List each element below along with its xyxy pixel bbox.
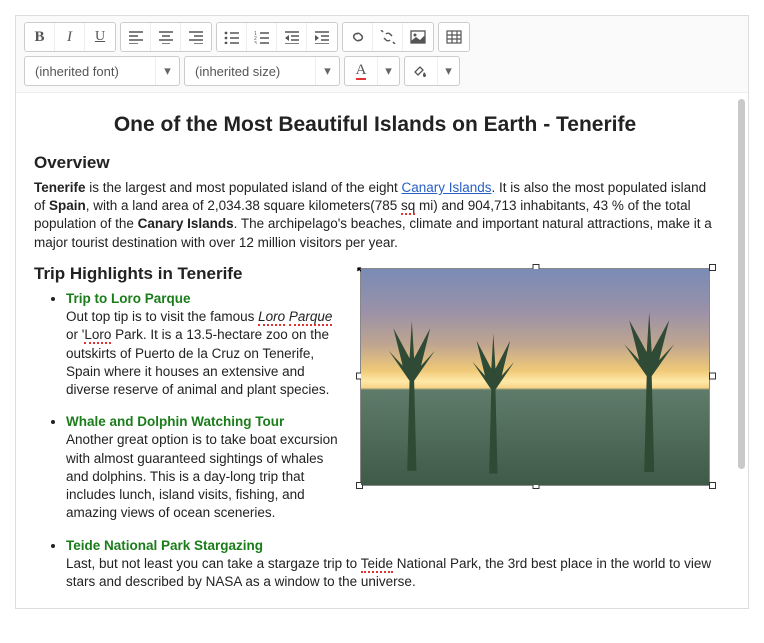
font-color-icon[interactable]: A <box>345 57 377 85</box>
align-center-button[interactable] <box>151 23 181 51</box>
bold-text: Tenerife <box>34 180 86 195</box>
font-color-button[interactable]: A ▾ <box>344 56 400 86</box>
list-group: 123 <box>216 22 338 52</box>
list-item: Teide National Park Stargazing Last, but… <box>66 537 716 592</box>
fill-color-icon[interactable] <box>405 57 437 85</box>
fill-color-button[interactable]: ▾ <box>404 56 460 86</box>
align-left-button[interactable] <box>121 23 151 51</box>
unordered-list-button[interactable] <box>217 23 247 51</box>
indent-button[interactable] <box>307 23 337 51</box>
spellcheck-underline: sq <box>401 198 415 215</box>
image-button[interactable] <box>403 23 433 51</box>
underline-button[interactable]: U <box>85 23 115 51</box>
font-family-value: (inherited font) <box>25 64 155 79</box>
toolbar-row-1: B I U 123 <box>24 22 740 52</box>
bold-text: Canary Islands <box>138 216 234 231</box>
align-right-button[interactable] <box>181 23 211 51</box>
outdent-button[interactable] <box>277 23 307 51</box>
selected-image[interactable]: ↖ <box>356 264 716 489</box>
tenerife-sunset-image[interactable] <box>360 268 710 486</box>
align-group <box>120 22 212 52</box>
spellcheck-underline: Loro <box>258 309 285 326</box>
item-title: Teide National Park Stargazing <box>66 538 263 553</box>
bold-text: Spain <box>49 198 86 213</box>
rich-text-editor: B I U 123 <box>15 15 749 609</box>
format-group: B I U <box>24 22 116 52</box>
item-title: Trip to Loro Parque <box>66 291 191 306</box>
font-family-select[interactable]: (inherited font) ▾ <box>24 56 180 86</box>
unlink-button[interactable] <box>373 23 403 51</box>
editor-content-area[interactable]: One of the Most Beautiful Islands on Ear… <box>16 93 748 608</box>
heading-overview: Overview <box>34 153 716 173</box>
vertical-scrollbar[interactable] <box>738 99 745 469</box>
font-size-select[interactable]: (inherited size) ▾ <box>184 56 340 86</box>
link-button[interactable] <box>343 23 373 51</box>
dropdown-arrow-icon[interactable]: ▾ <box>377 57 399 85</box>
canary-islands-link[interactable]: Canary Islands <box>401 180 491 195</box>
table-group <box>438 22 470 52</box>
spellcheck-underline: Teide <box>361 556 393 573</box>
spellcheck-underline: Loro <box>84 327 111 344</box>
overview-paragraph: Tenerife is the largest and most populat… <box>34 179 716 252</box>
italic-button[interactable]: I <box>55 23 85 51</box>
resize-handle-e[interactable] <box>709 373 716 380</box>
font-size-value: (inherited size) <box>185 64 315 79</box>
dropdown-arrow-icon[interactable]: ▾ <box>437 57 459 85</box>
editor-toolbar: B I U 123 <box>16 16 748 93</box>
resize-handle-ne[interactable] <box>709 264 716 271</box>
insert-group <box>342 22 434 52</box>
dropdown-arrow-icon[interactable]: ▾ <box>155 57 179 85</box>
page-title: One of the Most Beautiful Islands on Ear… <box>34 113 716 137</box>
svg-text:3: 3 <box>254 41 257 44</box>
resize-handle-se[interactable] <box>709 482 716 489</box>
ordered-list-button[interactable]: 123 <box>247 23 277 51</box>
dropdown-arrow-icon[interactable]: ▾ <box>315 57 339 85</box>
toolbar-row-2: (inherited font) ▾ (inherited size) ▾ A … <box>24 56 740 86</box>
bold-button[interactable]: B <box>25 23 55 51</box>
table-button[interactable] <box>439 23 469 51</box>
spellcheck-underline: Parque <box>289 309 333 326</box>
item-title: Whale and Dolphin Watching Tour <box>66 414 284 429</box>
